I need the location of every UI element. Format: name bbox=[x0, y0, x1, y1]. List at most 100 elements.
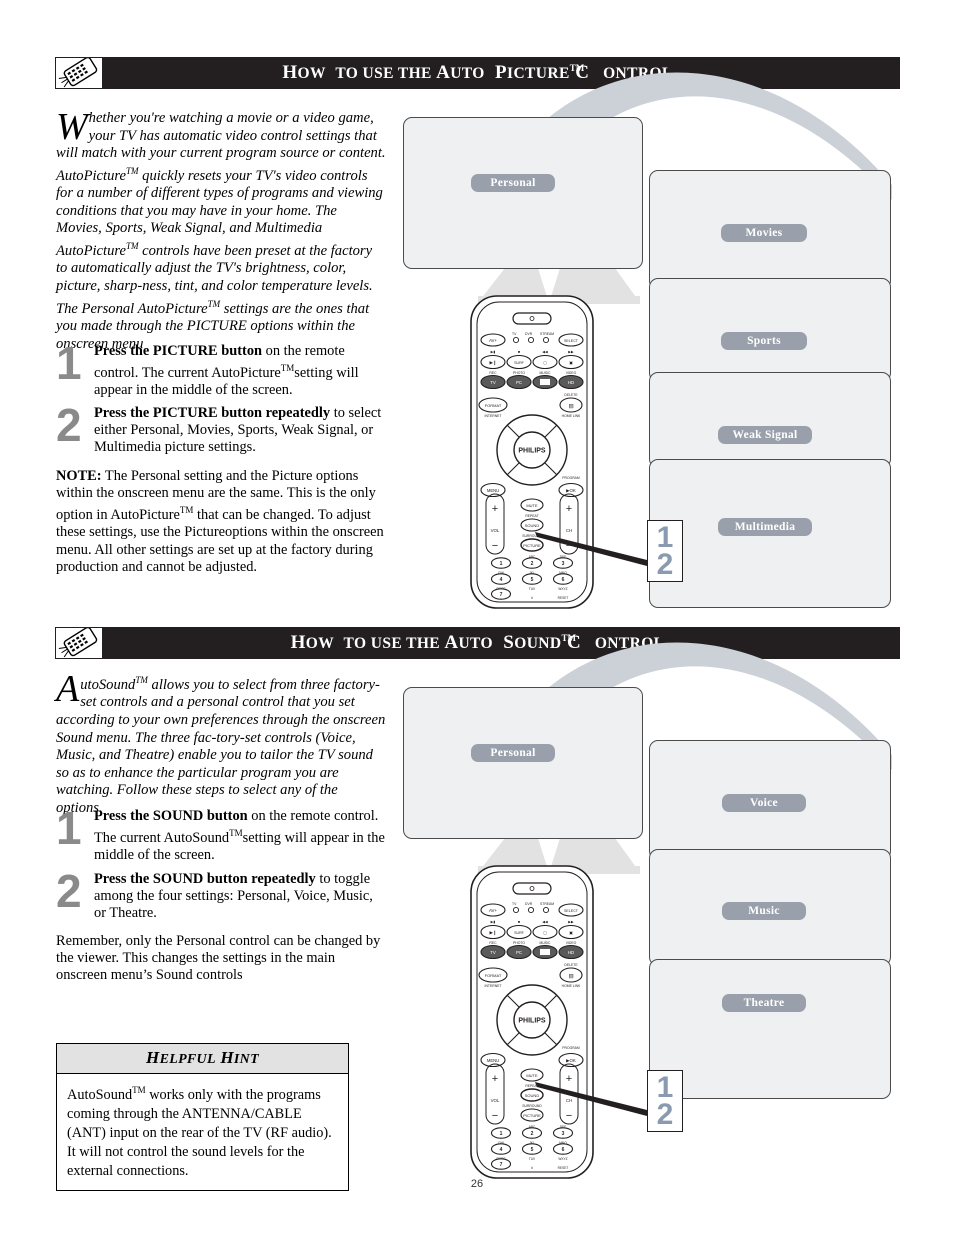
helpful-hint-body: AutoSoundTM works only with the programs… bbox=[57, 1074, 348, 1190]
svg-text:7: 7 bbox=[500, 1162, 503, 1168]
svg-text:▶▮: ▶▮ bbox=[491, 350, 496, 354]
svg-text:1: 1 bbox=[500, 1131, 503, 1137]
svg-text:DELETE: DELETE bbox=[564, 963, 578, 967]
diagram-auto-picture: Personal Movies Sports Weak Signal Multi… bbox=[400, 0, 900, 620]
step-bold-text: Press the SOUND button bbox=[94, 808, 248, 824]
step-bold-text: Press the PICTURE button bbox=[94, 343, 263, 359]
page-number: 26 bbox=[470, 1178, 484, 1190]
svg-text:VIDEO: VIDEO bbox=[566, 371, 577, 375]
tv-badge-voice: Voice bbox=[722, 794, 806, 812]
svg-text:TV: TV bbox=[512, 902, 517, 906]
svg-text:▶❙: ▶❙ bbox=[489, 930, 496, 935]
svg-text:4: 4 bbox=[500, 1147, 503, 1153]
tv-badge-theatre: Theatre bbox=[722, 994, 806, 1012]
tm-mark: TM bbox=[207, 298, 221, 309]
tv-screen-personal bbox=[403, 117, 643, 269]
svg-text:+: + bbox=[492, 503, 498, 515]
drop-cap: W bbox=[56, 106, 88, 148]
svg-text:FORMAT: FORMAT bbox=[485, 403, 502, 408]
tm-mark: TM bbox=[135, 675, 148, 685]
svg-text:MENU: MENU bbox=[487, 1058, 499, 1063]
svg-text:MENU: MENU bbox=[487, 488, 499, 493]
svg-text:▣: ▣ bbox=[569, 930, 573, 935]
tv-badge-sports: Sports bbox=[721, 332, 807, 350]
svg-text:PHILIPS: PHILIPS bbox=[518, 448, 546, 455]
tv-badge-personal: Personal bbox=[471, 174, 555, 192]
svg-text:HOME LINK: HOME LINK bbox=[562, 414, 581, 418]
tm-mark: TM bbox=[280, 363, 295, 373]
svg-text:−: − bbox=[492, 540, 498, 552]
svg-text:DVR: DVR bbox=[525, 902, 533, 906]
step-text: Press the PICTURE button repeatedly to s… bbox=[94, 405, 386, 456]
svg-text:▶❙: ▶❙ bbox=[489, 360, 496, 365]
svg-text:INTERNET: INTERNET bbox=[485, 414, 502, 418]
svg-text:PROGRAM: PROGRAM bbox=[562, 476, 580, 480]
tm-mark: TM bbox=[179, 505, 194, 516]
svg-text:REC: REC bbox=[489, 371, 497, 375]
svg-text:MUSIC: MUSIC bbox=[540, 371, 551, 375]
note-paragraph: NOTE: The Personal setting and the Pictu… bbox=[56, 468, 388, 576]
svg-text:STREAM: STREAM bbox=[540, 332, 554, 336]
step-item: 2 Press the PICTURE button repeatedly to… bbox=[56, 399, 386, 456]
step-number: 2 bbox=[56, 399, 82, 451]
svg-text:PHILIPS: PHILIPS bbox=[518, 1018, 546, 1025]
remote-control-icon bbox=[55, 57, 103, 89]
remember-paragraph: Remember, only the Personal control can … bbox=[56, 933, 381, 984]
svg-text:SELECT: SELECT bbox=[564, 339, 579, 343]
svg-text:TV: TV bbox=[490, 950, 496, 955]
drop-cap: A bbox=[56, 668, 80, 710]
svg-text:▤: ▤ bbox=[568, 404, 573, 410]
svg-text:DVR: DVR bbox=[525, 332, 533, 336]
tm-mark: TM bbox=[125, 165, 139, 176]
step-number: 1 bbox=[56, 337, 82, 389]
helpful-hint-title: HELPFUL HINT bbox=[57, 1044, 348, 1074]
svg-text:+: + bbox=[492, 1073, 498, 1085]
note-label: NOTE: bbox=[56, 468, 102, 484]
step-bold-text: Press the SOUND button repeatedly bbox=[94, 871, 316, 887]
step-text: Press the SOUND button repeatedly to tog… bbox=[94, 871, 386, 922]
tm-mark: TM bbox=[229, 828, 243, 838]
svg-text:▶OK: ▶OK bbox=[566, 488, 576, 493]
step-text: Press the SOUND button on the remote con… bbox=[94, 808, 386, 864]
svg-text:▣: ▣ bbox=[569, 360, 573, 365]
svg-text:■: ■ bbox=[518, 920, 520, 924]
svg-text:TV: TV bbox=[512, 332, 517, 336]
svg-text:REC: REC bbox=[489, 941, 497, 945]
hint-text-1: AutoSound bbox=[67, 1086, 133, 1103]
svg-text:−: − bbox=[492, 1110, 498, 1122]
svg-text:SELECT: SELECT bbox=[564, 909, 579, 913]
intro-text-1: utoSound bbox=[80, 676, 136, 693]
svg-text:VOL: VOL bbox=[491, 1098, 500, 1103]
step-number: 2 bbox=[56, 865, 82, 917]
svg-text:SURF: SURF bbox=[514, 931, 525, 935]
step-number: 1 bbox=[56, 802, 82, 854]
svg-text:AV+: AV+ bbox=[489, 338, 498, 343]
tv-badge-personal: Personal bbox=[471, 744, 555, 762]
svg-text:◻: ◻ bbox=[543, 930, 546, 935]
svg-text:FORMAT: FORMAT bbox=[485, 973, 502, 978]
tv-screen-sports bbox=[649, 278, 891, 382]
svg-text:STREAM: STREAM bbox=[540, 902, 554, 906]
callout-box-sound: 1 2 bbox=[647, 1070, 683, 1132]
svg-text:PC: PC bbox=[516, 380, 522, 385]
svg-text:VOL: VOL bbox=[491, 528, 500, 533]
intro-text-2: allows you to select from three factory-… bbox=[56, 676, 386, 817]
tv-badge-music: Music bbox=[722, 902, 806, 920]
svg-text:DELETE: DELETE bbox=[564, 393, 578, 397]
svg-text:VIDEO: VIDEO bbox=[566, 941, 577, 945]
svg-text:MUSIC: MUSIC bbox=[540, 941, 551, 945]
svg-text:SURF: SURF bbox=[514, 361, 525, 365]
svg-text:▤: ▤ bbox=[568, 974, 573, 980]
svg-text:PHOTO: PHOTO bbox=[513, 371, 525, 375]
intro-paragraph-auto-picture: Whether you're watching a movie or a vid… bbox=[56, 106, 386, 353]
tv-badge-movies: Movies bbox=[721, 224, 807, 242]
callout-number-1: 1 bbox=[656, 521, 674, 554]
callout-number-2: 2 bbox=[656, 1098, 674, 1131]
svg-text:HOME LINK: HOME LINK bbox=[562, 984, 581, 988]
diagram-auto-sound: Personal Voice Music Theatre TV DVR STRE… bbox=[400, 570, 900, 1190]
intro-paragraph-auto-sound: AutoSoundTM allows you to select from th… bbox=[56, 668, 386, 818]
tv-badge-multimedia: Multimedia bbox=[718, 518, 812, 536]
svg-text:PC: PC bbox=[516, 950, 522, 955]
step-item: 1 Press the SOUND button on the remote c… bbox=[56, 802, 386, 864]
svg-text:1: 1 bbox=[500, 561, 503, 567]
